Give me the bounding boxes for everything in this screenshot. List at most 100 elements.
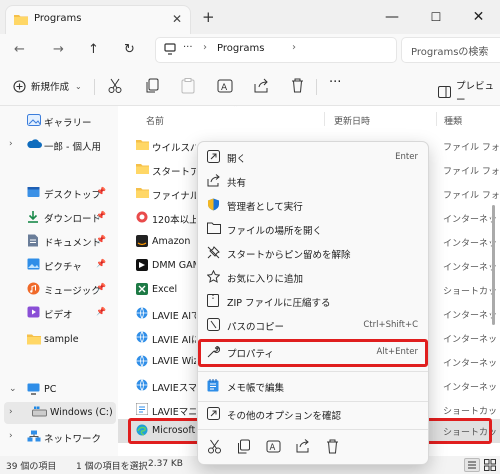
new-tab-button[interactable]: +: [202, 8, 215, 26]
details-view-button[interactable]: [464, 458, 480, 472]
share-icon[interactable]: [254, 78, 269, 93]
tab-programs[interactable]: Programs ✕: [6, 6, 190, 34]
menu-item-copy-path[interactable]: パスのコピー Ctrl+Shift+C: [198, 313, 430, 337]
maximize-button[interactable]: ☐: [415, 3, 457, 31]
chevron-right-icon[interactable]: ›: [9, 139, 13, 149]
file-name: スタートアップ: [152, 167, 196, 178]
menu-item-open[interactable]: 開く Enter: [198, 145, 430, 169]
file-name: LAVIE AIに: [152, 335, 196, 346]
preview-button[interactable]: プレビュー: [433, 78, 500, 106]
sidebar-item-desktop[interactable]: デスクトップ 📌: [0, 182, 116, 204]
breadcrumb-programs[interactable]: Programs: [217, 43, 264, 54]
highlight-box-properties: [198, 339, 428, 367]
web-shortcut-icon: [136, 307, 148, 319]
divider: [94, 79, 95, 95]
sidebar-item-label: PC: [44, 384, 57, 395]
cut-icon[interactable]: [108, 78, 122, 94]
pin-icon: 📌: [96, 187, 106, 196]
menu-item-open-location[interactable]: ファイルの場所を開く: [198, 217, 430, 241]
chevron-right-icon[interactable]: ›: [9, 431, 13, 441]
sidebar-item-sample[interactable]: sample: [0, 329, 116, 351]
menu-item-add-favorite[interactable]: お気に入りに追加: [198, 265, 430, 289]
column-divider[interactable]: [324, 112, 325, 126]
sidebar-item-pictures[interactable]: ピクチャ 📌: [0, 254, 116, 276]
refresh-icon[interactable]: ↻: [124, 42, 135, 57]
chevron-down-icon[interactable]: ⌄: [9, 384, 17, 394]
sidebar-item-downloads[interactable]: ダウンロード 📌: [0, 206, 116, 228]
divider: [316, 79, 317, 95]
file-type: インターネッ: [443, 359, 498, 369]
back-arrow-icon[interactable]: ←: [14, 42, 25, 57]
selected-size: 2.37 KB: [148, 459, 183, 469]
folder-icon: [136, 163, 149, 174]
sidebar-item-pc[interactable]: ⌄ PC: [0, 379, 116, 401]
breadcrumb-overflow-button[interactable]: ···: [183, 42, 193, 53]
column-header-type[interactable]: 種類: [444, 114, 462, 127]
delete-icon[interactable]: [291, 78, 304, 93]
copy-icon[interactable]: [237, 439, 250, 454]
web-shortcut-icon: [136, 355, 148, 367]
file-name: LAVIE AIで: [152, 311, 196, 322]
search-input[interactable]: Programsの検索: [402, 38, 500, 62]
menu-item-label: スタートからピン留めを解除: [227, 250, 351, 261]
chevron-down-icon: ⌄: [75, 81, 82, 91]
rename-icon[interactable]: A: [266, 439, 281, 454]
tiles-view-button[interactable]: [484, 459, 496, 471]
sidebar-item-network[interactable]: › ネットワーク: [0, 426, 116, 448]
menu-item-label: その他のオプションを確認: [227, 411, 342, 422]
more-options-icon: [207, 407, 220, 420]
web-shortcut-icon: [136, 331, 148, 343]
delete-icon[interactable]: [326, 439, 339, 454]
menu-item-shortcut: Enter: [395, 152, 418, 162]
manual-icon: [136, 403, 148, 415]
pin-icon: 📌: [96, 259, 106, 268]
column-divider[interactable]: [436, 112, 437, 126]
sidebar-item-windows-c[interactable]: › Windows (C:): [4, 402, 116, 424]
file-type: インターネッ: [443, 335, 498, 345]
preview-pane-icon: [438, 86, 451, 98]
paste-icon: [181, 78, 195, 94]
forward-arrow-icon[interactable]: →: [53, 42, 64, 57]
menu-item-share[interactable]: 共有: [198, 169, 430, 193]
item-count: 39 個の項目: [6, 462, 57, 472]
scrollbar-thumb[interactable]: [492, 205, 495, 325]
svg-text:A: A: [221, 83, 228, 93]
column-header-modified[interactable]: 更新日時: [334, 114, 370, 127]
pc-icon: [27, 383, 40, 395]
tab-title: Programs: [34, 13, 82, 24]
file-name: Excel: [152, 284, 178, 295]
up-arrow-icon[interactable]: ↑: [88, 42, 99, 57]
notepad-icon: [207, 379, 219, 392]
sidebar-item-music[interactable]: ミュージック 📌: [0, 278, 116, 300]
music-icon: [27, 282, 40, 295]
close-window-button[interactable]: ✕: [457, 3, 500, 31]
menu-item-run-as-admin[interactable]: 管理者として実行: [198, 193, 430, 217]
sidebar-item-gallery[interactable]: ギャラリー: [0, 110, 116, 132]
file-type: ファイル フォ: [443, 167, 500, 177]
column-header-name[interactable]: 名前: [146, 114, 164, 127]
sidebar-item-label: ドキュメント: [44, 238, 102, 249]
sidebar-item-documents[interactable]: ドキュメント 📌: [0, 230, 116, 252]
new-button[interactable]: 新規作成 ⌄: [13, 76, 82, 96]
address-box[interactable]: ··· › Programs ›: [156, 38, 396, 62]
title-bar: Programs ✕ + — ☐ ✕: [0, 0, 500, 34]
share-icon[interactable]: [296, 439, 310, 453]
sidebar-item-onedrive[interactable]: › 一郎 - 個人用: [0, 134, 116, 156]
menu-item-zip[interactable]: ZIP ファイルに圧縮する: [198, 289, 430, 313]
sidebar-item-label: 一郎 - 個人用: [44, 142, 101, 153]
tab-close-button[interactable]: ✕: [172, 12, 182, 26]
cut-icon[interactable]: [208, 439, 221, 454]
sidebar-item-videos[interactable]: ビデオ 📌: [0, 302, 116, 324]
chevron-right-icon[interactable]: ›: [9, 407, 13, 417]
menu-item-edit-notepad[interactable]: メモ帳で編集: [198, 374, 430, 398]
preview-label: プレビュー: [456, 81, 495, 106]
rename-icon[interactable]: A: [217, 78, 233, 94]
copy-icon[interactable]: [145, 78, 159, 94]
menu-item-unpin-start[interactable]: スタートからピン留めを解除: [198, 241, 430, 265]
desktop-icon: [27, 186, 40, 198]
context-menu: 開く Enter 共有 管理者として実行 ファイルの場所を開く スタートからピン留…: [197, 141, 429, 465]
menu-item-more-options[interactable]: その他のオプションを確認: [198, 402, 430, 426]
minimize-button[interactable]: —: [369, 3, 415, 31]
more-options-button[interactable]: ···: [329, 75, 341, 90]
folder-icon: [136, 139, 149, 150]
